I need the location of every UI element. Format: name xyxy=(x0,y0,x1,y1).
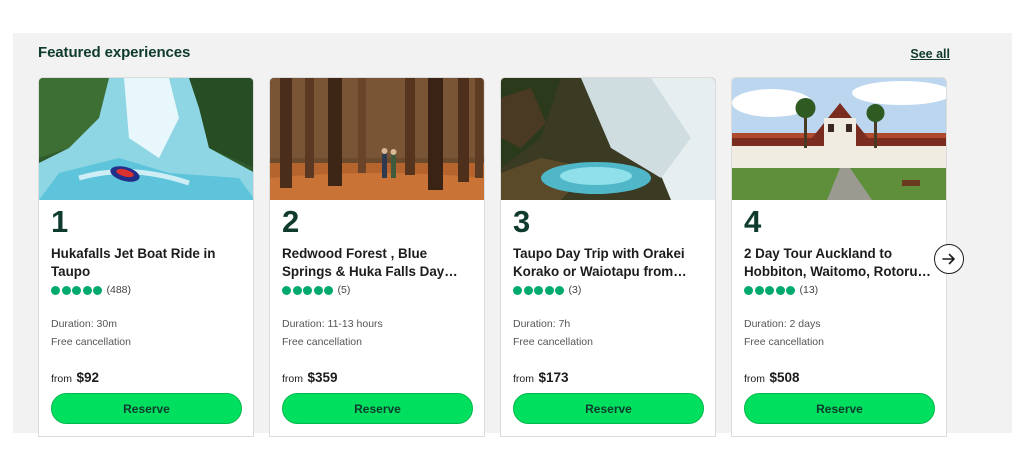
rating-bubble-icon xyxy=(775,285,785,295)
experience-card[interactable]: 1 Hukafalls Jet Boat Ride in Taupo (488)… xyxy=(38,77,254,437)
rating-bubbles: (3) xyxy=(513,284,581,296)
reserve-button[interactable]: Reserve xyxy=(51,393,242,424)
free-cancellation-text: Free cancellation xyxy=(744,336,824,348)
experience-photo-geothermal-pool[interactable] xyxy=(501,78,715,200)
rating-bubble-icon xyxy=(534,285,543,295)
price: from $173 xyxy=(513,369,569,387)
price-amount: $508 xyxy=(769,370,800,385)
rating-bubble-icon xyxy=(523,285,533,295)
experience-title[interactable]: 2 Day Tour Auckland to Hobbiton, Waitomo… xyxy=(744,245,938,281)
price-amount: $359 xyxy=(307,370,338,385)
experience-photo-tudor-building[interactable] xyxy=(732,78,946,200)
price: from $92 xyxy=(51,369,99,387)
rating-bubble-icon xyxy=(555,285,564,295)
experience-card[interactable]: 3 Taupo Day Trip with Orakei Korako or W… xyxy=(500,77,716,437)
see-all-link[interactable]: See all xyxy=(910,47,950,61)
rating-bubble-icon xyxy=(292,285,302,295)
rating-bubble-icon xyxy=(93,285,102,295)
rating-bubbles: (13) xyxy=(744,284,818,296)
rating-bubble-icon xyxy=(72,285,81,295)
experience-photo-waterfall-jetboat[interactable] xyxy=(39,78,253,200)
chevron-right-icon xyxy=(942,253,955,265)
rating-bubble-icon xyxy=(786,285,795,295)
experience-photo-redwood-forest[interactable] xyxy=(270,78,484,200)
rating-bubble-icon xyxy=(303,285,312,295)
next-arrow-button[interactable] xyxy=(934,244,964,274)
price-prefix: from xyxy=(282,373,303,385)
rating-bubble-icon xyxy=(754,285,764,295)
review-count: (3) xyxy=(568,284,582,296)
experience-card[interactable]: 2 Redwood Forest , Blue Springs & Huka F… xyxy=(269,77,485,437)
rating-bubble-icon xyxy=(51,285,60,295)
rating-bubble-icon xyxy=(82,285,92,295)
rank-number: 1 xyxy=(51,204,69,239)
rating-bubble-icon xyxy=(765,285,774,295)
rank-number: 4 xyxy=(744,204,762,239)
rating-bubble-icon xyxy=(544,285,554,295)
price-prefix: from xyxy=(513,373,534,385)
price-prefix: from xyxy=(51,373,72,385)
review-count: (5) xyxy=(337,284,351,296)
experience-title[interactable]: Redwood Forest , Blue Springs & Huka Fal… xyxy=(282,245,476,281)
price-amount: $173 xyxy=(538,370,569,385)
duration-text: Duration: 30m xyxy=(51,318,117,330)
section-title: Featured experiences xyxy=(38,44,191,61)
rank-number: 2 xyxy=(282,204,300,239)
rating-bubbles: (488) xyxy=(51,284,131,296)
rating-bubble-icon xyxy=(744,285,753,295)
free-cancellation-text: Free cancellation xyxy=(282,336,362,348)
duration-text: Duration: 2 days xyxy=(744,318,821,330)
reserve-button[interactable]: Reserve xyxy=(744,393,935,424)
free-cancellation-text: Free cancellation xyxy=(513,336,593,348)
rating-bubble-icon xyxy=(61,285,71,295)
experience-card[interactable]: 4 2 Day Tour Auckland to Hobbiton, Waito… xyxy=(731,77,947,437)
price: from $508 xyxy=(744,369,800,387)
experience-title[interactable]: Taupo Day Trip with Orakei Korako or Wai… xyxy=(513,245,707,281)
experience-title[interactable]: Hukafalls Jet Boat Ride in Taupo xyxy=(51,245,245,281)
duration-text: Duration: 11-13 hours xyxy=(282,318,383,330)
rating-bubble-icon xyxy=(282,285,291,295)
review-count: (13) xyxy=(799,284,819,296)
duration-text: Duration: 7h xyxy=(513,318,571,330)
rating-bubble-icon xyxy=(313,285,323,295)
rating-bubble-icon xyxy=(324,285,333,295)
price-prefix: from xyxy=(744,373,765,385)
price: from $359 xyxy=(282,369,338,387)
rating-bubbles: (5) xyxy=(282,284,350,296)
reserve-button[interactable]: Reserve xyxy=(513,393,704,424)
review-count: (488) xyxy=(106,284,132,296)
rank-number: 3 xyxy=(513,204,531,239)
reserve-button[interactable]: Reserve xyxy=(282,393,473,424)
free-cancellation-text: Free cancellation xyxy=(51,336,131,348)
price-amount: $92 xyxy=(76,370,99,385)
rating-bubble-icon xyxy=(513,285,522,295)
